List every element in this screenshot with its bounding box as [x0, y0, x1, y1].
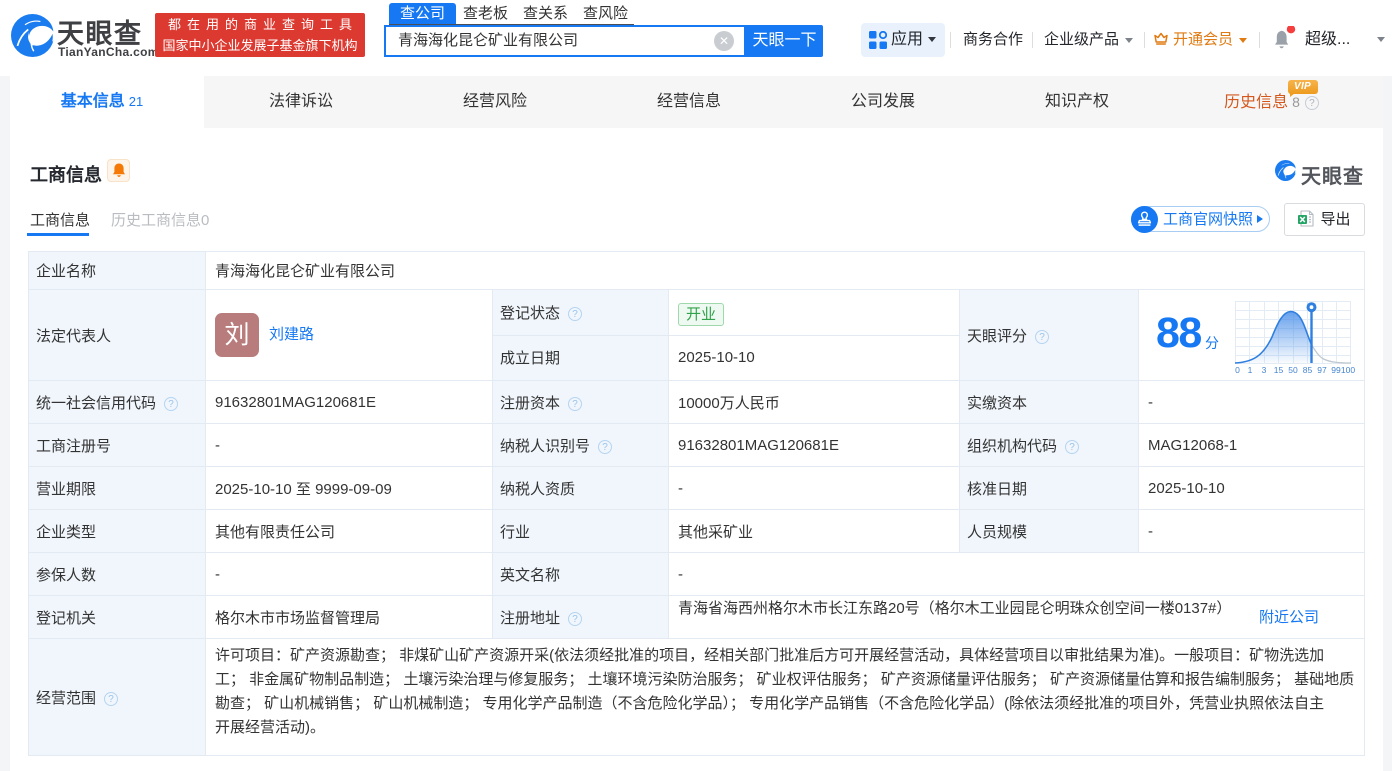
svg-text:50: 50 — [1288, 365, 1298, 375]
svg-text:15: 15 — [1274, 365, 1284, 375]
svg-text:85: 85 — [1303, 365, 1313, 375]
svg-text:97: 97 — [1317, 365, 1327, 375]
svg-text:1: 1 — [1248, 365, 1253, 375]
svg-text:100: 100 — [1341, 365, 1355, 375]
svg-text:3: 3 — [1262, 365, 1267, 375]
svg-text:0: 0 — [1235, 365, 1240, 375]
svg-text:99: 99 — [1331, 365, 1341, 375]
